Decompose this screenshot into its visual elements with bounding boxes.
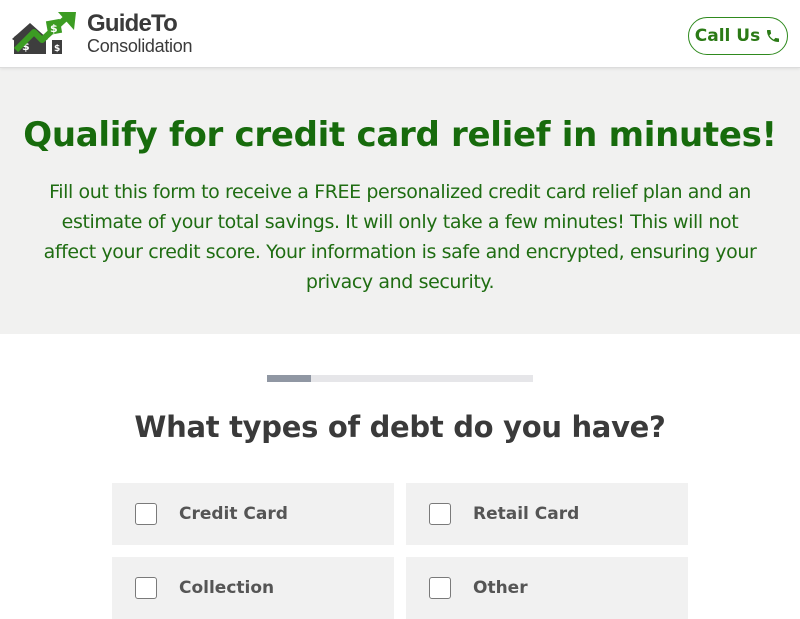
question-title: What types of debt do you have? bbox=[134, 410, 666, 444]
option-label: Collection bbox=[179, 578, 275, 598]
svg-text:$: $ bbox=[54, 44, 60, 54]
call-us-button[interactable]: Call Us bbox=[688, 17, 788, 55]
logo-house-arrow-icon: $ $ $ bbox=[12, 12, 76, 54]
progress-bar-fill bbox=[267, 375, 311, 382]
option-label: Retail Card bbox=[473, 504, 580, 524]
logo-line2: Consolidation bbox=[87, 36, 193, 56]
option-credit-card[interactable]: Credit Card bbox=[112, 483, 394, 545]
debt-form: What types of debt do you have? Credit C… bbox=[0, 334, 800, 619]
hero-title: Qualify for credit card relief in minute… bbox=[23, 115, 777, 155]
logo-line1: GuideTo bbox=[87, 10, 178, 37]
hero-section: Qualify for credit card relief in minute… bbox=[0, 68, 800, 334]
hero-description: Fill out this form to receive a FREE per… bbox=[43, 181, 757, 293]
progress-bar bbox=[267, 375, 533, 382]
checkbox[interactable] bbox=[135, 503, 157, 525]
option-other[interactable]: Other bbox=[406, 557, 688, 619]
site-logo[interactable]: $ $ $ GuideTo Consolidation bbox=[12, 10, 212, 58]
option-label: Other bbox=[473, 578, 528, 598]
phone-icon bbox=[767, 30, 780, 42]
checkbox[interactable] bbox=[429, 503, 451, 525]
svg-text:$: $ bbox=[50, 22, 58, 35]
call-us-label: Call Us bbox=[694, 26, 761, 46]
checkbox[interactable] bbox=[429, 577, 451, 599]
option-label: Credit Card bbox=[179, 504, 288, 524]
logo-wordmark: GuideTo Consolidation bbox=[87, 10, 193, 56]
site-header: $ $ $ GuideTo Consolidation Call Us bbox=[0, 0, 800, 68]
option-retail-card[interactable]: Retail Card bbox=[406, 483, 688, 545]
option-collection[interactable]: Collection bbox=[112, 557, 394, 619]
checkbox[interactable] bbox=[135, 577, 157, 599]
